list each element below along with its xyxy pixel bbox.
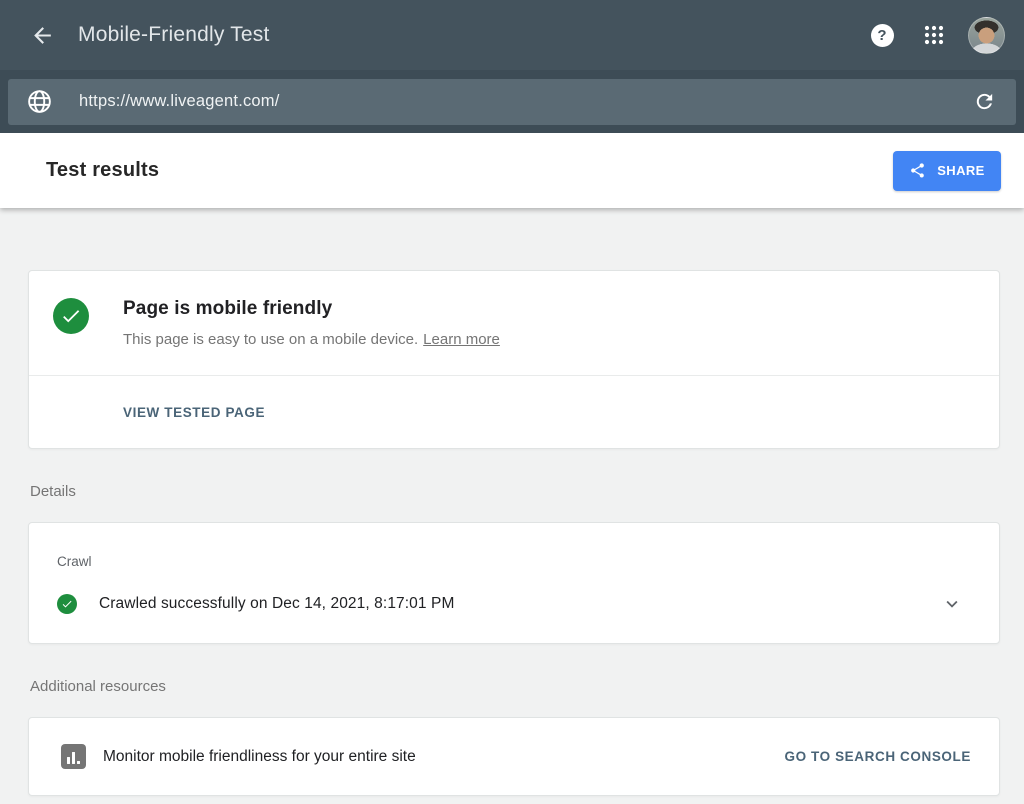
refresh-icon xyxy=(973,90,996,113)
page-title: Test results xyxy=(46,159,159,182)
arrow-left-icon xyxy=(30,23,55,48)
app-header: Mobile-Friendly Test ? xyxy=(0,0,1024,70)
help-button[interactable]: ? xyxy=(862,15,902,55)
details-card: Crawl Crawled successfully on Dec 14, 20… xyxy=(28,522,1000,644)
avatar xyxy=(968,17,1005,54)
view-tested-page-button[interactable]: VIEW TESTED PAGE xyxy=(123,405,265,420)
main-content: Page is mobile friendly This page is eas… xyxy=(0,208,1024,796)
globe-icon xyxy=(26,88,53,115)
go-to-search-console-button[interactable]: GO TO SEARCH CONSOLE xyxy=(784,749,971,764)
result-text-block: Page is mobile friendly This page is eas… xyxy=(123,298,500,375)
result-summary: Page is mobile friendly This page is eas… xyxy=(29,271,999,375)
apps-button[interactable] xyxy=(914,15,954,55)
share-button-label: SHARE xyxy=(937,163,985,178)
help-icon: ? xyxy=(871,24,894,47)
crawl-group-label: Crawl xyxy=(57,554,963,569)
chevron-down-icon[interactable] xyxy=(941,593,963,615)
share-icon xyxy=(909,162,926,179)
results-toolbar: Test results SHARE xyxy=(0,133,1024,208)
result-description-text: This page is easy to use on a mobile dev… xyxy=(123,331,418,348)
crawl-success-icon xyxy=(57,594,77,614)
result-description: This page is easy to use on a mobile dev… xyxy=(123,331,500,348)
resources-card: Monitor mobile friendliness for your ent… xyxy=(28,717,1000,796)
crawl-status-row[interactable]: Crawled successfully on Dec 14, 2021, 8:… xyxy=(57,593,963,615)
resource-text: Monitor mobile friendliness for your ent… xyxy=(103,748,416,766)
result-card-footer: VIEW TESTED PAGE xyxy=(29,375,999,448)
app-title: Mobile-Friendly Test xyxy=(78,23,270,47)
url-text: https://www.liveagent.com/ xyxy=(79,92,280,111)
account-button[interactable] xyxy=(966,15,1006,55)
bar-chart-icon xyxy=(61,744,86,769)
learn-more-link[interactable]: Learn more xyxy=(423,331,500,348)
details-section-label: Details xyxy=(30,483,1000,500)
back-button[interactable] xyxy=(28,21,56,49)
resources-section-label: Additional resources xyxy=(30,678,1000,695)
url-input[interactable]: https://www.liveagent.com/ xyxy=(8,79,1016,125)
success-check-icon xyxy=(53,298,89,334)
apps-grid-icon xyxy=(922,23,946,47)
url-bar: https://www.liveagent.com/ xyxy=(0,70,1024,133)
crawl-status-text: Crawled successfully on Dec 14, 2021, 8:… xyxy=(99,595,454,613)
result-card: Page is mobile friendly This page is eas… xyxy=(28,270,1000,449)
refresh-button[interactable] xyxy=(973,90,996,113)
result-title: Page is mobile friendly xyxy=(123,298,500,320)
share-button[interactable]: SHARE xyxy=(893,151,1001,191)
